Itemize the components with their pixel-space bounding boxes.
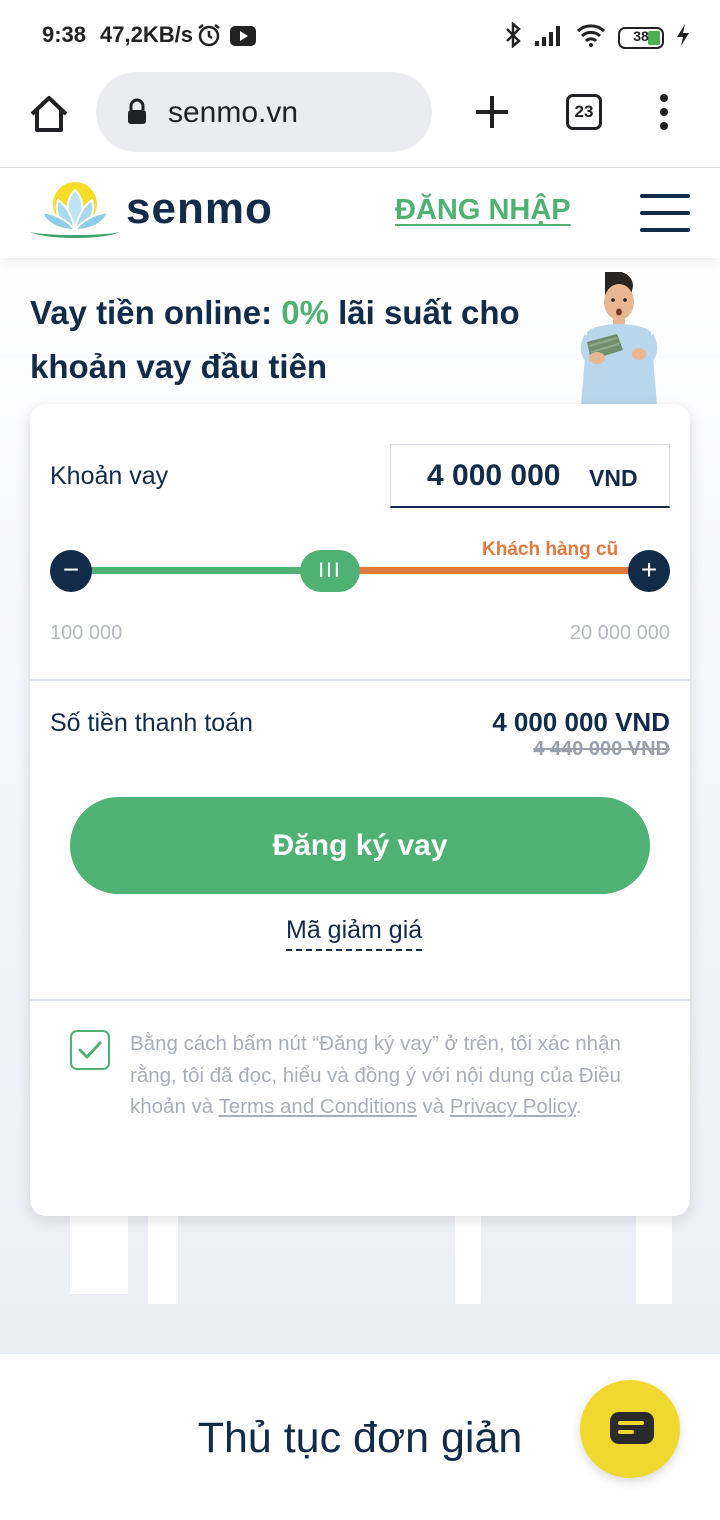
loan-amount-label: Khoản vay xyxy=(50,462,169,490)
chat-icon[interactable] xyxy=(580,1380,680,1478)
battery-icon: 38 xyxy=(618,26,664,49)
loan-currency: VND xyxy=(589,465,638,491)
loan-amount-input[interactable]: 4 000 000 VND xyxy=(390,444,670,508)
plus-icon[interactable]: + xyxy=(628,550,670,592)
hero-headline: Vay tiền online: 0% lãi suất cho khoản v… xyxy=(30,286,550,394)
range-max: 20 000 000 xyxy=(569,622,670,644)
loan-amount-value: 4 000 000 xyxy=(427,459,561,492)
status-time: 9:38 xyxy=(42,22,87,47)
terms-text: Bằng cách bấm nút “Đăng ký vay” ở trên, … xyxy=(130,1028,650,1123)
range-min: 100 000 xyxy=(50,622,123,644)
slider-track-returning[interactable] xyxy=(352,567,630,574)
signal-icon xyxy=(534,23,564,52)
browser-toolbar: senmo.vn 23 xyxy=(0,70,720,168)
url-text: senmo.vn xyxy=(168,96,299,129)
returning-customer-tag: Khách hàng cũ xyxy=(482,539,619,560)
minus-icon[interactable]: − xyxy=(50,550,92,592)
register-loan-button[interactable]: Đăng ký vay xyxy=(70,797,650,894)
payment-old-amount: 4 440 000 VND xyxy=(533,738,670,760)
discount-code-link[interactable]: Mã giảm giá xyxy=(286,916,423,951)
bluetooth-icon xyxy=(504,21,522,53)
youtube-icon xyxy=(230,26,256,51)
terms-checkbox[interactable] xyxy=(70,1030,110,1070)
loan-calculator-card: Khoản vay 4 000 000 VND Khách hàng cũ − … xyxy=(30,404,690,1216)
man-holding-money-image xyxy=(575,270,663,406)
address-bar[interactable]: senmo.vn xyxy=(96,72,432,152)
divider xyxy=(30,679,690,681)
login-link[interactable]: ĐĂNG NHẬP xyxy=(395,194,571,227)
terms-text-part: và xyxy=(416,1095,450,1118)
lotus-logo-icon[interactable] xyxy=(28,176,122,245)
privacy-policy-link[interactable]: Privacy Policy xyxy=(450,1095,576,1118)
status-bar: 9:38 47,2KB/s 38 xyxy=(0,0,720,70)
tabs-icon[interactable]: 23 xyxy=(566,94,602,130)
headline-text-1: Vay tiền online: xyxy=(30,294,282,331)
payment-label: Số tiền thanh toán xyxy=(50,709,253,737)
terms-text-part: . xyxy=(575,1095,582,1118)
menu-icon[interactable] xyxy=(640,194,690,232)
home-icon[interactable] xyxy=(24,90,74,140)
terms-and-conditions-link[interactable]: Terms and Conditions xyxy=(219,1095,417,1118)
wifi-icon xyxy=(576,23,606,52)
charging-icon xyxy=(676,23,690,52)
lock-icon xyxy=(126,98,148,131)
battery-level: 38 xyxy=(633,27,649,44)
headline-highlight: 0% xyxy=(281,294,329,331)
alarm-icon xyxy=(196,22,222,53)
status-network-speed: 47,2KB/s xyxy=(100,22,193,47)
slider-handle[interactable]: III xyxy=(300,550,360,592)
divider xyxy=(30,999,690,1001)
more-icon[interactable] xyxy=(650,90,678,134)
logo-text[interactable]: senmo xyxy=(126,184,273,234)
check-icon xyxy=(78,1041,102,1059)
site-header: senmo ĐĂNG NHẬP xyxy=(0,168,720,258)
payment-amount: 4 000 000 VND xyxy=(492,707,670,737)
new-tab-icon[interactable] xyxy=(470,90,514,134)
